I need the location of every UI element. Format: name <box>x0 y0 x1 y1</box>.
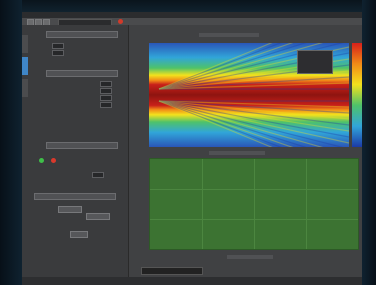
colorbar <box>352 43 362 147</box>
panel-button-2[interactable] <box>86 213 110 220</box>
field-label-5 <box>34 95 84 99</box>
side-tab-1[interactable] <box>22 35 28 53</box>
section-header-3 <box>46 142 118 149</box>
toolbar <box>22 18 362 26</box>
section-header-4 <box>34 193 116 200</box>
panel-button-1[interactable] <box>58 206 82 213</box>
monitor-bezel-top <box>0 0 376 12</box>
side-tab-3[interactable] <box>22 79 28 97</box>
status-red-led-icon <box>51 158 56 163</box>
field-value-5[interactable] <box>100 95 112 101</box>
status-green-led-icon <box>39 158 44 163</box>
grid-line <box>202 159 203 249</box>
grid-line <box>254 159 255 249</box>
field-value-4[interactable] <box>100 88 112 94</box>
field-label-4 <box>34 88 84 92</box>
status-field[interactable] <box>141 267 203 275</box>
bottom-plot-title <box>209 151 265 155</box>
plot-area <box>129 25 362 277</box>
status-bar <box>22 277 362 285</box>
application-window <box>22 12 362 285</box>
field-value-7[interactable] <box>92 172 104 178</box>
section-header-1 <box>46 31 118 38</box>
field-value-2[interactable] <box>52 50 64 56</box>
section-header-2 <box>46 70 118 77</box>
field-value-3[interactable] <box>100 81 112 87</box>
abort-indicator-icon[interactable] <box>118 19 123 24</box>
field-label-7 <box>34 172 84 176</box>
bottom-plot[interactable] <box>149 158 359 250</box>
field-label-3 <box>34 81 84 85</box>
field-value-1[interactable] <box>52 43 64 49</box>
control-panel <box>22 25 129 277</box>
panel-button-3[interactable] <box>70 231 88 238</box>
side-tab-2[interactable] <box>22 57 28 75</box>
plot-legend-box <box>297 50 333 74</box>
x-axis-label <box>227 255 273 259</box>
field-label-6 <box>34 102 84 106</box>
top-plot-title <box>199 33 259 37</box>
monitor-bezel-left <box>0 0 22 285</box>
field-value-6[interactable] <box>100 102 112 108</box>
monitor-bezel-right <box>362 0 376 285</box>
grid-line <box>306 159 307 249</box>
